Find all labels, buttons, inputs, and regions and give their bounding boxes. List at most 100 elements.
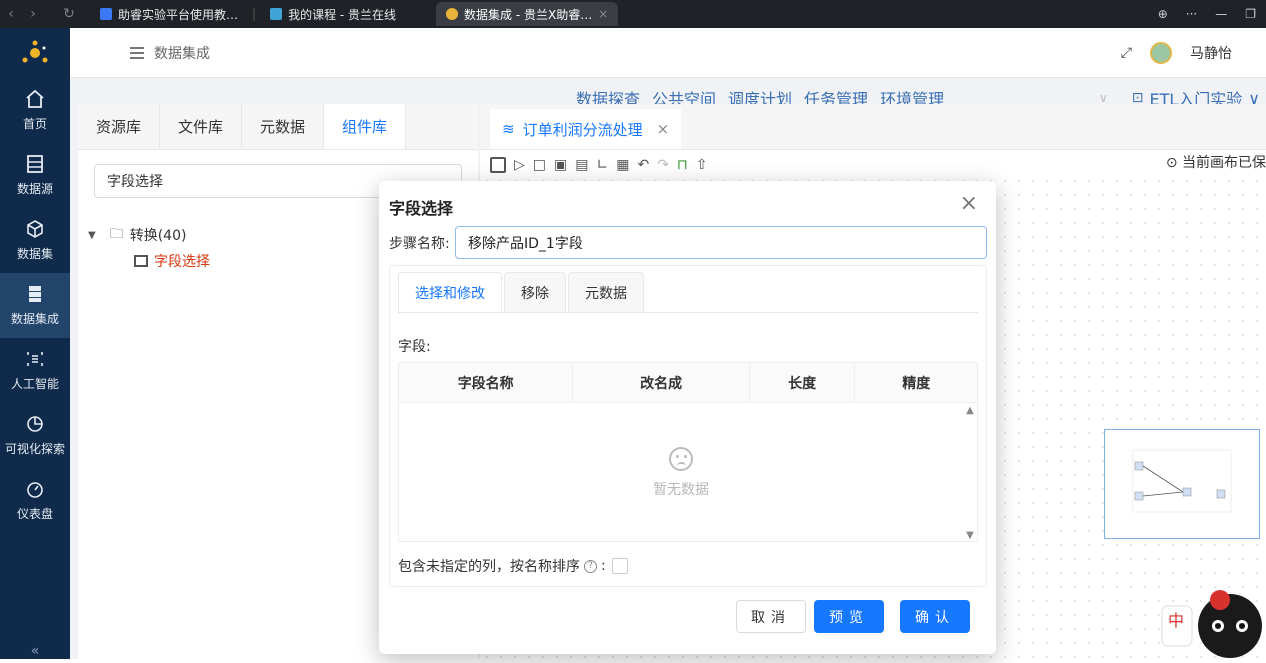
home-icon <box>26 89 44 108</box>
scroll-up-icon[interactable]: ▲ <box>966 405 974 416</box>
dialog-tabs: 选择和修改 移除 元数据 <box>398 272 978 313</box>
debug-icon[interactable]: ▣ <box>554 157 567 173</box>
stop-icon[interactable]: □ <box>533 157 546 173</box>
table-icon[interactable]: ▤ <box>575 157 588 173</box>
preview-button[interactable]: 预览 <box>814 600 884 633</box>
empty-text: 暂无数据 <box>653 482 709 498</box>
browser-tab[interactable]: 我的课程 - 贵兰在线 <box>260 2 406 26</box>
close-icon[interactable]: × <box>657 120 670 138</box>
forward-icon[interactable]: › <box>22 6 44 22</box>
cancel-button[interactable]: 取消 <box>736 600 806 633</box>
sidebar-item-dataset[interactable]: 数据集 <box>0 208 70 273</box>
table-header: 字段名称 改名成 长度 精度 <box>399 363 977 403</box>
column-header[interactable]: 改名成 <box>573 363 750 402</box>
component-tree: ▼ 🗀 转换(40) 字段选择 <box>88 222 210 274</box>
page-title: 数据集成 <box>154 45 210 62</box>
scroll-down-icon[interactable]: ▼ <box>966 530 974 541</box>
step-name-input[interactable] <box>455 226 987 259</box>
canvas-toolbar: ▷ □ ▣ ▤ ∟ ▦ ↶ ↷ ⊓ ⇧ <box>480 150 1266 180</box>
include-checkbox[interactable] <box>611 558 628 574</box>
flow-icon: ≋ <box>502 120 515 138</box>
sidebar-item-dashboard[interactable]: 仪表盘 <box>0 468 70 533</box>
browser-tab-label: 数据集成 - 贵兰X助睿… <box>464 7 593 22</box>
tab-metadata[interactable]: 元数据 <box>242 104 325 149</box>
tab-select-modify[interactable]: 选择和修改 <box>398 272 502 312</box>
sidebar-item-datasource[interactable]: 数据源 <box>0 143 70 208</box>
mascot-widget[interactable]: 中 <box>1158 582 1266 659</box>
menu-icon[interactable] <box>130 46 144 59</box>
canvas-tab-bar: ≋ 订单利润分流处理 × <box>480 104 1266 150</box>
minimap[interactable] <box>1104 429 1260 539</box>
close-icon[interactable]: × <box>960 193 978 215</box>
restore-icon[interactable]: ❐ <box>1245 7 1256 21</box>
undo-icon[interactable]: ↶ <box>637 157 649 173</box>
sidebar-item-home[interactable]: 首页 <box>0 78 70 143</box>
save-status-text: 当前画布已保 <box>1182 155 1266 171</box>
server-icon <box>29 286 41 302</box>
step-name-label: 步骤名称: <box>389 236 450 252</box>
help-icon[interactable]: ? <box>584 559 597 573</box>
column-header[interactable]: 长度 <box>750 363 856 402</box>
check-circle-icon: ⊙ <box>1165 155 1178 171</box>
sidebar-item-visual[interactable]: 可视化探索 <box>0 403 70 468</box>
upload-icon[interactable]: ⇧ <box>696 157 708 173</box>
minimize-icon[interactable]: — <box>1215 7 1227 21</box>
app-logo[interactable] <box>0 28 70 78</box>
browser-tab-label: 助睿实验平台使用教… <box>118 7 239 22</box>
reload-icon[interactable]: ↻ <box>58 6 80 22</box>
metrics-icon[interactable]: ▦ <box>616 157 629 173</box>
dashboard-icon <box>27 482 43 498</box>
chart-icon[interactable]: ∟ <box>596 157 608 173</box>
sidebar-item-data-integration[interactable]: 数据集成 <box>0 273 70 338</box>
lock-icon[interactable]: ⊓ <box>677 157 688 173</box>
close-tab-icon[interactable]: × <box>598 7 608 21</box>
tab-metadata[interactable]: 元数据 <box>568 272 644 312</box>
fullscreen-icon[interactable]: ⤢ <box>1121 45 1132 61</box>
panel-tabs: 资源库 文件库 元数据 组件库 <box>78 104 478 150</box>
field-select-icon <box>134 255 148 267</box>
globe-icon[interactable]: ⊕ <box>1158 7 1168 21</box>
search-value: 字段选择 <box>107 174 163 190</box>
svg-text:中: 中 <box>1168 611 1184 630</box>
run-icon[interactable]: ▷ <box>514 157 525 173</box>
folder-icon: 🗀 <box>109 226 124 242</box>
tab-file[interactable]: 文件库 <box>160 104 243 149</box>
app-logo-icon <box>446 8 459 20</box>
doc-icon <box>100 8 112 20</box>
collapse-icon[interactable]: « <box>0 643 70 659</box>
user-name[interactable]: 马静怡 <box>1190 43 1232 63</box>
save-icon[interactable] <box>490 157 506 173</box>
confirm-button[interactable]: 确认 <box>900 600 970 633</box>
top-header: 数据集成 ⤢ 马静怡 <box>70 28 1266 78</box>
browser-tab-active[interactable]: 数据集成 - 贵兰X助睿… × <box>436 2 619 26</box>
sidebar-item-label: 人工智能 <box>10 377 59 391</box>
logo-icon <box>22 40 48 63</box>
course-icon <box>270 8 283 20</box>
field-label: 字段: <box>398 339 431 355</box>
sad-face-icon <box>669 447 693 471</box>
tree-leaf[interactable]: 字段选择 <box>134 248 210 274</box>
sidebar-item-ai[interactable]: 人工智能 <box>0 338 70 403</box>
include-label: 包含未指定的列，按名称排序 <box>398 559 580 575</box>
canvas-tab[interactable]: ≋ 订单利润分流处理 × <box>490 109 682 149</box>
column-header[interactable]: 精度 <box>855 363 977 402</box>
tab-remove[interactable]: 移除 <box>504 272 566 312</box>
pie-chart-icon <box>27 416 43 432</box>
tab-component[interactable]: 组件库 <box>324 104 407 149</box>
back-icon[interactable]: ‹ <box>0 6 22 22</box>
avatar[interactable] <box>1150 42 1172 64</box>
sidebar-item-label: 数据集成 <box>10 312 59 326</box>
tree-folder[interactable]: ▼ 🗀 转换(40) <box>88 222 210 248</box>
sidebar-item-label: 可视化探索 <box>4 442 65 456</box>
save-status: ⊙ 当前画布已保 <box>1166 152 1266 172</box>
tab-resource[interactable]: 资源库 <box>78 104 161 149</box>
column-header[interactable]: 字段名称 <box>399 363 574 402</box>
canvas-tab-label: 订单利润分流处理 <box>522 120 643 139</box>
more-icon[interactable]: ··· <box>1186 7 1197 21</box>
browser-tab[interactable]: 助睿实验平台使用教… <box>90 2 248 26</box>
sidebar: 首页 数据源 数据集 数据集成 人工智能 可视化探索 仪表盘 « <box>0 28 70 659</box>
browser-tab-bar: ‹ › ↻ 助睿实验平台使用教… | 我的课程 - 贵兰在线 数据集成 - 贵兰… <box>0 0 1266 28</box>
table-scrollbar[interactable]: ▲ ▼ <box>963 403 977 543</box>
redo-icon[interactable]: ↷ <box>657 157 669 173</box>
colon: : <box>601 558 606 574</box>
